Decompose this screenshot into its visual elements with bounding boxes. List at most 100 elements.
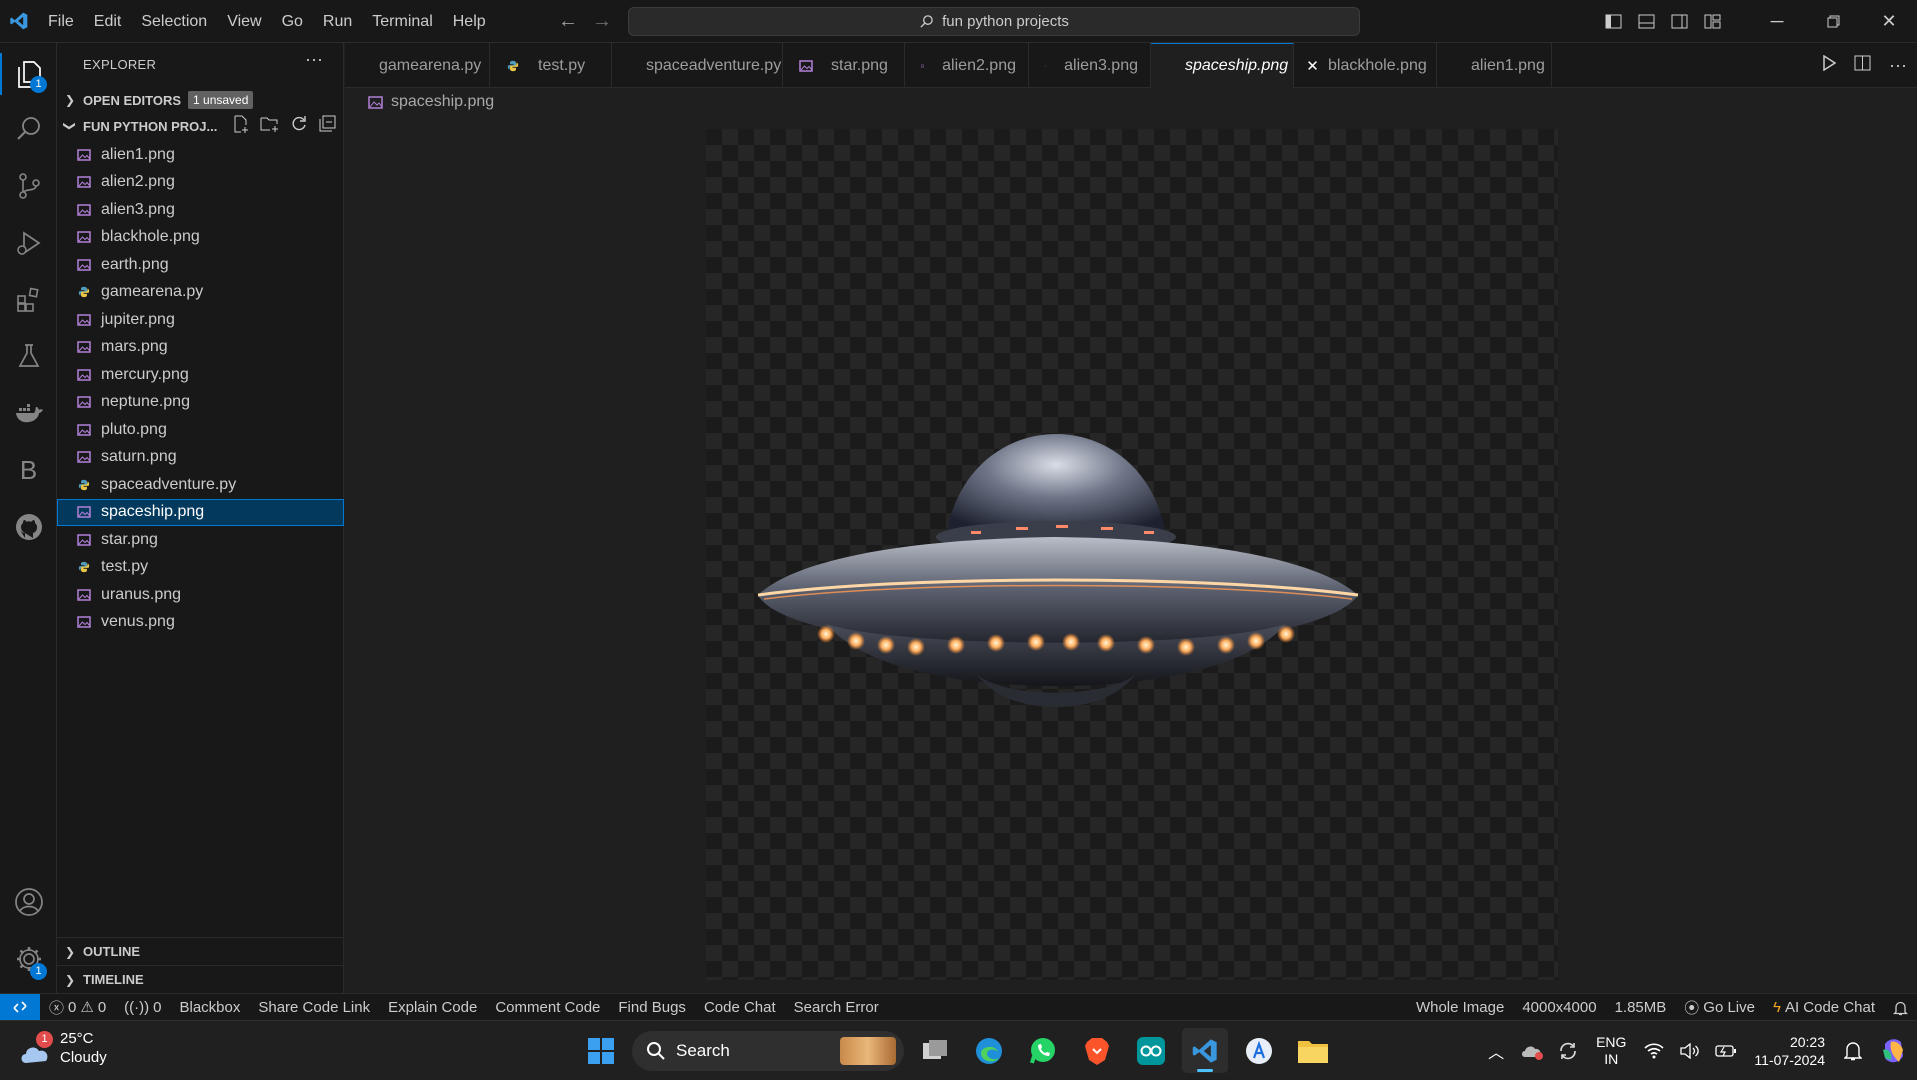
file-item-venus-png[interactable]: venus.png [57, 609, 344, 637]
tab-test-py[interactable]: test.py [490, 43, 612, 88]
menu-help[interactable]: Help [443, 0, 496, 43]
blackbox-icon[interactable]: B [0, 442, 57, 498]
split-editor-icon[interactable] [1854, 55, 1871, 76]
windows-start-icon[interactable] [578, 1028, 624, 1073]
tab-alien1-png[interactable]: alien1.png [1437, 43, 1552, 88]
whatsapp-icon[interactable] [1020, 1028, 1066, 1073]
close-window-button[interactable]: ✕ [1861, 0, 1917, 43]
tab-spaceship-png[interactable]: spaceship.png ✕ [1151, 43, 1319, 88]
file-item-test-py[interactable]: test.py [57, 554, 344, 582]
language-indicator[interactable]: ENG IN [1586, 1034, 1636, 1068]
file-item-blackhole-png[interactable]: blackhole.png [57, 224, 344, 252]
customize-layout-icon[interactable] [1696, 0, 1729, 43]
menu-file[interactable]: File [38, 0, 84, 43]
settings-gear-icon[interactable]: 1 [0, 931, 57, 987]
ports-indicator[interactable]: ((·)) 0 [115, 999, 170, 1016]
menu-terminal[interactable]: Terminal [362, 0, 442, 43]
testing-icon[interactable] [0, 328, 57, 384]
file-item-spaceadventure-py[interactable]: spaceadventure.py [57, 471, 344, 499]
more-actions-icon[interactable]: ··· [305, 49, 323, 70]
file-item-mars-png[interactable]: mars.png [57, 334, 344, 362]
open-editors-section[interactable]: ❯ OPEN EDITORS 1 unsaved [57, 87, 344, 113]
notifications-bell-icon[interactable] [1835, 1021, 1871, 1080]
command-center-search[interactable]: fun python projects [628, 7, 1360, 36]
file-item-pluto-png[interactable]: pluto.png [57, 416, 344, 444]
status-comment-code[interactable]: Comment Code [486, 999, 609, 1016]
vscode-taskbar-icon[interactable] [1182, 1028, 1228, 1073]
menu-go[interactable]: Go [272, 0, 313, 43]
file-item-jupiter-png[interactable]: jupiter.png [57, 306, 344, 334]
copilot-icon[interactable] [1871, 1021, 1917, 1080]
weather-widget[interactable]: 1 25°C Cloudy [18, 1029, 107, 1067]
run-debug-icon[interactable] [0, 215, 57, 271]
file-item-earth-png[interactable]: earth.png [57, 251, 344, 279]
status-find-bugs[interactable]: Find Bugs [609, 999, 695, 1016]
menu-run[interactable]: Run [313, 0, 362, 43]
problems-indicator[interactable]: ⓧ 0 ⚠ 0 [40, 997, 115, 1018]
file-item-star-png[interactable]: star.png [57, 526, 344, 554]
refresh-icon[interactable] [290, 115, 308, 133]
battery-icon[interactable] [1708, 1021, 1744, 1080]
minimize-button[interactable]: ─ [1749, 0, 1805, 43]
file-item-gamearena-py[interactable]: gamearena.py [57, 279, 344, 307]
tab-alien2-png[interactable]: alien2.png [905, 43, 1029, 88]
docker-icon[interactable] [0, 385, 57, 441]
toggle-secondary-sidebar-icon[interactable] [1663, 0, 1696, 43]
status-share-code-link[interactable]: Share Code Link [249, 999, 379, 1016]
status-code-chat[interactable]: Code Chat [695, 999, 785, 1016]
folder-section[interactable]: ❯ FUN PYTHON PROJ... [57, 113, 344, 139]
file-explorer-icon[interactable] [1290, 1028, 1336, 1073]
tab-blackhole-png[interactable]: blackhole.png [1294, 43, 1437, 88]
image-preview[interactable] [706, 129, 1558, 980]
file-item-neptune-png[interactable]: neptune.png [57, 389, 344, 417]
file-item-alien1-png[interactable]: alien1.png [57, 141, 344, 169]
onedrive-icon[interactable] [1514, 1021, 1550, 1080]
wifi-icon[interactable] [1636, 1021, 1672, 1080]
file-item-spaceship-png[interactable]: spaceship.png [57, 498, 344, 526]
file-item-saturn-png[interactable]: saturn.png [57, 444, 344, 472]
edge-browser-icon[interactable] [966, 1028, 1012, 1073]
menu-view[interactable]: View [217, 0, 271, 43]
accounts-icon[interactable] [0, 874, 57, 930]
collapse-all-icon[interactable] [318, 115, 336, 133]
github-icon[interactable] [0, 499, 57, 555]
search-icon[interactable] [0, 101, 57, 157]
new-file-icon[interactable] [232, 115, 250, 133]
file-item-alien2-png[interactable]: alien2.png [57, 169, 344, 197]
tab-alien3-png[interactable]: alien3.png [1029, 43, 1151, 88]
remote-indicator-icon[interactable] [0, 993, 40, 1021]
outline-section[interactable]: ❯ OUTLINE [57, 937, 344, 965]
arduino-icon[interactable] [1128, 1028, 1174, 1073]
file-item-mercury-png[interactable]: mercury.png [57, 361, 344, 389]
sync-icon[interactable] [1550, 1021, 1586, 1080]
notifications-bell-icon[interactable] [1884, 1000, 1917, 1016]
extensions-icon[interactable] [0, 272, 57, 328]
status-explain-code[interactable]: Explain Code [379, 999, 486, 1016]
taskbar-search[interactable]: Search [632, 1030, 904, 1071]
status-search-error[interactable]: Search Error [785, 999, 888, 1016]
clock[interactable]: 20:23 11-07-2024 [1744, 1033, 1835, 1069]
breadcrumb[interactable]: spaceship.png [368, 90, 494, 114]
tab-spaceadventure-py[interactable]: spaceadventure.py [612, 43, 783, 88]
more-actions-icon[interactable]: ··· [1889, 55, 1907, 76]
menu-edit[interactable]: Edit [84, 0, 132, 43]
toggle-primary-sidebar-icon[interactable] [1597, 0, 1630, 43]
task-view-icon[interactable] [912, 1028, 958, 1073]
toggle-panel-icon[interactable] [1630, 0, 1663, 43]
menu-selection[interactable]: Selection [131, 0, 217, 43]
timeline-section[interactable]: ❯ TIMELINE [57, 965, 344, 993]
run-icon[interactable] [1822, 54, 1837, 76]
new-folder-icon[interactable] [260, 115, 280, 133]
file-item-uranus-png[interactable]: uranus.png [57, 581, 344, 609]
app-store-icon[interactable] [1236, 1028, 1282, 1073]
explorer-icon[interactable]: 1 [0, 46, 57, 102]
file-item-alien3-png[interactable]: alien3.png [57, 196, 344, 224]
back-arrow-icon[interactable]: ← [558, 10, 578, 33]
status-whole-image[interactable]: Whole Image [1407, 999, 1513, 1016]
brave-browser-icon[interactable] [1074, 1028, 1120, 1073]
go-live-button[interactable]: ⦿ Go Live [1675, 997, 1764, 1018]
show-hidden-icons-chevron-icon[interactable]: ︿ [1478, 1021, 1514, 1080]
status-blackbox[interactable]: Blackbox [170, 999, 249, 1016]
restore-button[interactable] [1805, 0, 1861, 43]
source-control-icon[interactable] [0, 158, 57, 214]
